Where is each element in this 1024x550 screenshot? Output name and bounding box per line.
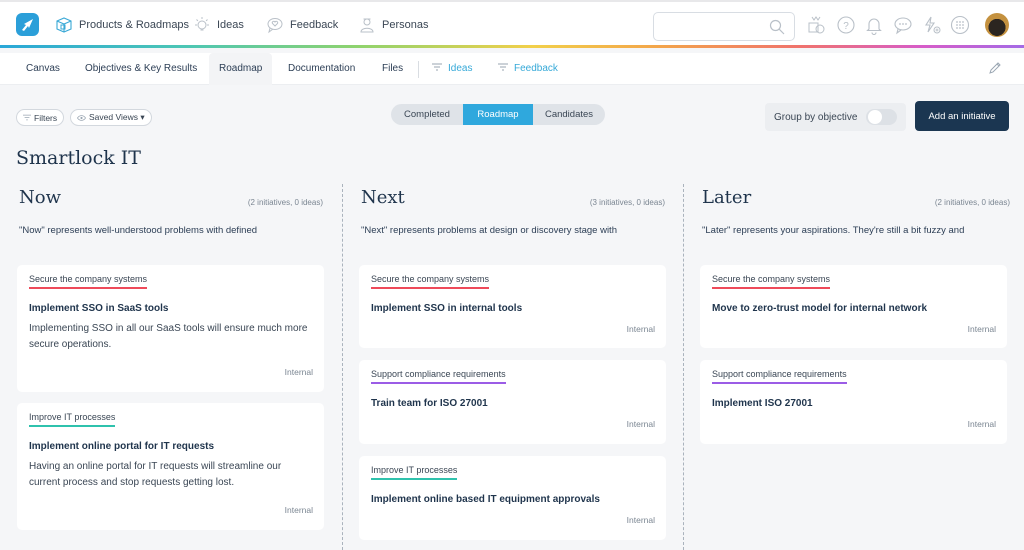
column-description: "Now" represents well-understood problem… [19, 225, 258, 236]
objective-label[interactable]: Secure the company systems [712, 274, 831, 289]
column-divider [683, 184, 684, 550]
filter-lines-icon [23, 114, 31, 121]
initiative-card[interactable]: Secure the company systems Implement SSO… [359, 265, 666, 348]
group-by-objective-toggle[interactable] [866, 109, 897, 125]
eye-icon [77, 114, 86, 121]
initiative-card[interactable]: Improve IT processes Implement online po… [17, 403, 324, 530]
initiative-tag: Internal [284, 505, 313, 515]
apps-grid-icon[interactable] [950, 15, 970, 35]
initiative-card[interactable]: Improve IT processes Implement online ba… [359, 456, 666, 540]
group-by-label: Group by objective [774, 111, 858, 123]
tab-roadmap[interactable]: Roadmap [209, 53, 273, 85]
column-count: (3 initiatives, 0 ideas) [589, 198, 665, 207]
bell-icon[interactable] [864, 15, 884, 35]
nav-personas[interactable]: Personas [358, 14, 428, 36]
initiative-title: Train team for ISO 27001 [371, 398, 488, 409]
initiative-card[interactable]: Secure the company systems Move to zero-… [700, 265, 1007, 348]
link-feedback[interactable]: Feedback [488, 53, 568, 85]
initiative-card[interactable]: Secure the company systems Implement SSO… [17, 265, 324, 392]
tabs-divider [418, 61, 419, 78]
saved-views-label: Saved Views ▾ [89, 112, 145, 122]
brand-gradient-divider [0, 45, 1024, 48]
column-title: Later [702, 187, 752, 208]
logo-arrow-icon [22, 19, 33, 31]
objective-label[interactable]: Improve IT processes [371, 465, 458, 480]
product-tabs-bar: Canvas Objectives & Key Results Roadmap … [0, 53, 1024, 85]
initiative-tag: Internal [626, 515, 655, 525]
top-navigation-bar: Products & Roadmaps Ideas Feedback Perso… [0, 0, 1024, 46]
initiative-tag: Internal [284, 367, 313, 377]
initiative-title: Implement SSO in SaaS tools [29, 303, 169, 314]
segment-completed[interactable]: Completed [391, 104, 463, 125]
filter-lines-icon [498, 53, 508, 85]
initiative-title: Implement online portal for IT requests [29, 441, 215, 452]
search-icon [769, 19, 785, 35]
initiative-description: Having an online portal for IT requests … [29, 461, 282, 488]
column-count: (2 initiatives, 0 ideas) [934, 198, 1010, 207]
heart-chat-icon [266, 16, 284, 34]
integrations-icon[interactable] [922, 15, 942, 35]
nav-label: Products & Roadmaps [79, 19, 190, 31]
help-icon[interactable]: ? [836, 15, 856, 35]
svg-text:?: ? [843, 21, 849, 32]
initiative-tag: Internal [626, 419, 655, 429]
initiative-card[interactable]: Support compliance requirements Train te… [359, 360, 666, 444]
tab-files[interactable]: Files [372, 53, 413, 85]
initiative-title: Implement online based IT equipment appr… [371, 494, 600, 505]
whats-new-icon[interactable] [806, 15, 826, 35]
nav-label: Feedback [290, 19, 339, 31]
column-title: Next [361, 187, 405, 208]
lightbulb-icon [193, 16, 211, 34]
user-avatar[interactable] [985, 13, 1009, 37]
app-logo[interactable] [16, 13, 39, 36]
objective-label[interactable]: Support compliance requirements [712, 369, 847, 384]
page-title: Smartlock IT [16, 147, 141, 169]
link-label: Ideas [448, 63, 473, 74]
nav-products-roadmaps[interactable]: Products & Roadmaps [55, 14, 189, 36]
tab-documentation[interactable]: Documentation [278, 53, 365, 85]
box-icon [55, 16, 73, 34]
column-count: (2 initiatives, 0 ideas) [247, 198, 323, 207]
initiative-tag: Internal [626, 324, 655, 334]
group-by-objective-control: Group by objective [765, 103, 906, 131]
tab-canvas[interactable]: Canvas [16, 53, 70, 85]
column-description: "Later" represents your aspirations. The… [702, 225, 965, 236]
objective-label[interactable]: Improve IT processes [29, 412, 116, 427]
search-input[interactable] [653, 12, 795, 41]
initiative-description: Implementing SSO in all our SaaS tools w… [29, 323, 308, 350]
segment-roadmap[interactable]: Roadmap [463, 104, 533, 125]
column-divider [342, 184, 343, 550]
edit-pencil-icon[interactable] [988, 61, 1002, 80]
persona-icon [358, 16, 376, 34]
nav-ideas[interactable]: Ideas [193, 14, 244, 36]
objective-label[interactable]: Secure the company systems [29, 274, 148, 289]
column-title: Now [19, 187, 61, 208]
view-mode-switch: Completed Roadmap Candidates [391, 104, 605, 125]
link-ideas[interactable]: Ideas [422, 53, 482, 85]
column-description: "Next" represents problems at design or … [361, 225, 617, 236]
initiative-title: Implement SSO in internal tools [371, 303, 523, 314]
nav-feedback[interactable]: Feedback [266, 14, 338, 36]
nav-label: Personas [382, 19, 429, 31]
nav-label: Ideas [217, 19, 244, 31]
segment-candidates[interactable]: Candidates [533, 104, 605, 125]
initiative-card[interactable]: Support compliance requirements Implemen… [700, 360, 1007, 444]
initiative-title: Implement ISO 27001 [712, 398, 813, 409]
filter-lines-icon [432, 53, 442, 85]
chat-icon[interactable] [893, 15, 913, 35]
initiative-tag: Internal [967, 324, 996, 334]
objective-label[interactable]: Secure the company systems [371, 274, 490, 289]
filters-label: Filters [34, 112, 58, 123]
saved-views-dropdown[interactable]: Saved Views ▾ [70, 109, 152, 126]
objective-label[interactable]: Support compliance requirements [371, 369, 506, 384]
initiative-tag: Internal [967, 419, 996, 429]
add-initiative-button[interactable]: Add an initiative [915, 101, 1009, 131]
toggle-knob [868, 110, 882, 124]
filters-button[interactable]: Filters [16, 109, 65, 126]
link-label: Feedback [514, 63, 558, 74]
initiative-title: Move to zero-trust model for internal ne… [712, 303, 928, 314]
tab-objectives-key-results[interactable]: Objectives & Key Results [75, 53, 207, 85]
